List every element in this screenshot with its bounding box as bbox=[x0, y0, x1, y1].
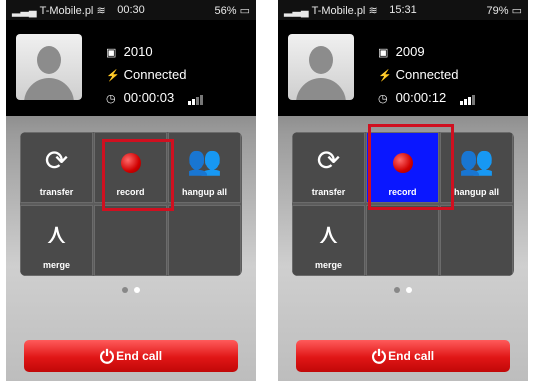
call-status: Connected bbox=[123, 67, 187, 82]
people-icon: 👥 bbox=[187, 145, 222, 176]
call-duration: 00:00:12 bbox=[395, 90, 447, 105]
quality-icon bbox=[187, 90, 204, 105]
empty-cell bbox=[94, 205, 167, 276]
status-bar: ▂▃▄ T-Mobile.pl ≋ 00:30 56% ▭ bbox=[6, 0, 256, 20]
merge-label: merge bbox=[314, 260, 342, 270]
quality-icon bbox=[459, 90, 476, 105]
phone-icon: ▣ bbox=[106, 47, 117, 59]
battery-percent: 79% bbox=[486, 5, 509, 17]
phone-screen-left: ▂▃▄ T-Mobile.pl ≋ 00:30 56% ▭ ▣ 2010 ⚡ C… bbox=[6, 0, 256, 381]
battery-percent: 56% bbox=[214, 5, 237, 17]
end-call-button[interactable]: ⏻ End call bbox=[24, 340, 238, 372]
hangup-all-label: hangup all bbox=[182, 187, 227, 197]
page-indicator bbox=[278, 280, 528, 298]
status-bar: ▂▃▄ T-Mobile.pl ≋ 15:31 79% ▭ bbox=[278, 0, 528, 20]
merge-icon: ⋏ bbox=[318, 218, 339, 249]
avatar bbox=[16, 34, 82, 100]
battery-icon: ▭ bbox=[239, 5, 250, 17]
merge-icon: ⋏ bbox=[46, 218, 67, 249]
empty-cell bbox=[168, 205, 241, 276]
empty-cell bbox=[366, 205, 439, 276]
timer-icon: ◷ bbox=[106, 93, 116, 105]
call-info-panel: ▣ 2010 ⚡ Connected ◷ 00:00:03 bbox=[6, 20, 256, 116]
transfer-button[interactable]: ⟳ transfer bbox=[20, 132, 93, 203]
call-duration: 00:00:03 bbox=[123, 90, 175, 105]
record-highlight-box bbox=[102, 139, 174, 211]
hangup-all-button[interactable]: 👥 hangup all bbox=[168, 132, 241, 203]
caller-number: 2009 bbox=[395, 44, 425, 59]
call-status: Connected bbox=[395, 67, 459, 82]
end-call-label: End call bbox=[388, 349, 435, 363]
transfer-button[interactable]: ⟳ transfer bbox=[292, 132, 365, 203]
avatar bbox=[288, 34, 354, 100]
battery-icon: ▭ bbox=[511, 5, 522, 17]
phone-icon: ▣ bbox=[378, 47, 389, 59]
lightning-icon: ⚡ bbox=[378, 70, 392, 82]
record-highlight-box bbox=[368, 124, 454, 210]
call-info-panel: ▣ 2009 ⚡ Connected ◷ 00:00:12 bbox=[278, 20, 528, 116]
transfer-label: transfer bbox=[39, 187, 74, 197]
phone-screen-right: ▂▃▄ T-Mobile.pl ≋ 15:31 79% ▭ ▣ 2009 ⚡ C… bbox=[278, 0, 528, 381]
end-call-button[interactable]: ⏻ End call bbox=[296, 340, 510, 372]
merge-button[interactable]: ⋏ merge bbox=[20, 205, 93, 276]
end-call-label: End call bbox=[116, 349, 163, 363]
refresh-icon: ⟳ bbox=[316, 145, 341, 176]
lightning-icon: ⚡ bbox=[106, 70, 120, 82]
transfer-label: transfer bbox=[311, 187, 346, 197]
refresh-icon: ⟳ bbox=[44, 145, 69, 176]
power-icon: ⏻ bbox=[371, 346, 387, 367]
page-indicator bbox=[6, 280, 256, 298]
caller-number: 2010 bbox=[123, 44, 153, 59]
timer-icon: ◷ bbox=[378, 93, 388, 105]
empty-cell bbox=[440, 205, 513, 276]
merge-button[interactable]: ⋏ merge bbox=[292, 205, 365, 276]
power-icon: ⏻ bbox=[99, 346, 115, 367]
merge-label: merge bbox=[42, 260, 70, 270]
